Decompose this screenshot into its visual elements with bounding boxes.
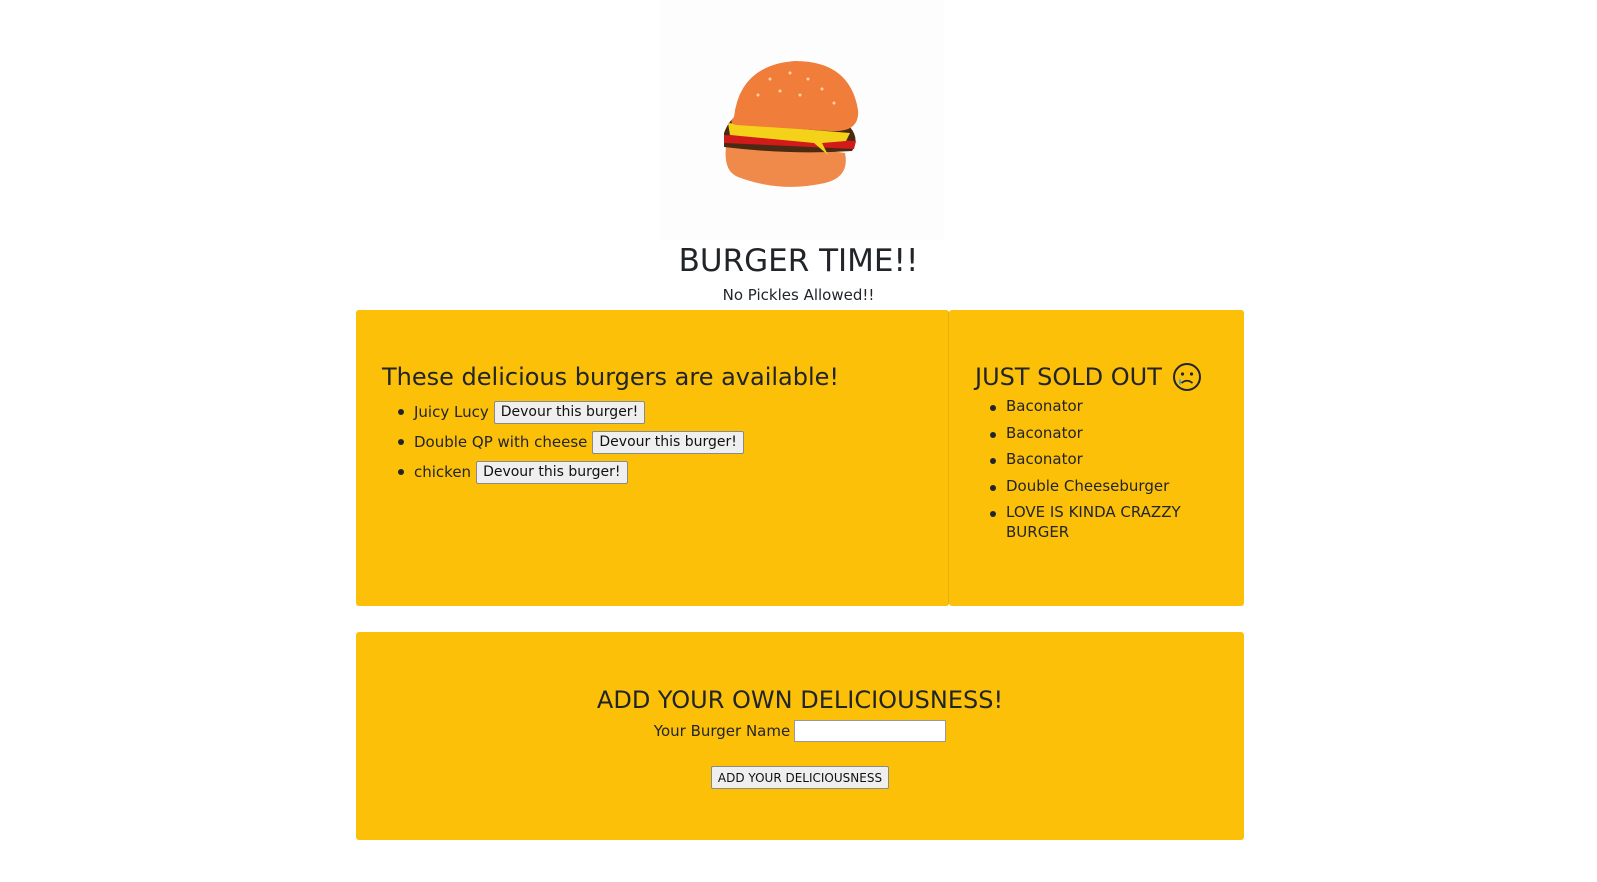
available-burger-name: Double QP with cheese [414,433,588,451]
available-burger-item: chicken Devour this burger! [398,457,744,487]
sold-out-burger-item: Baconator [990,449,1206,469]
add-burger-panel: ADD YOUR OWN DELICIOUSNESS! Your Burger … [356,632,1244,840]
add-heading: ADD YOUR OWN DELICIOUSNESS! [596,686,1004,714]
available-burgers-list: Juicy Lucy Devour this burger! Double QP w… [398,397,744,487]
available-burger-name: Juicy Lucy [414,403,489,421]
burger-name-label: Your Burger Name [653,722,791,740]
sad-tear-face-icon [1172,363,1201,391]
available-burger-item: Double QP with cheese Devour this burger! [398,427,744,457]
page-title: BURGER TIME!! [678,243,919,279]
devour-burger-button[interactable]: Devour this burger! [592,430,744,454]
sold-out-burger-item: Baconator [990,396,1206,416]
page-subtitle: No Pickles Allowed!! [722,286,875,304]
sold-out-panel: JUST SOLD OUT Baconator Baconator Baconato… [949,310,1244,606]
sold-out-heading: JUST SOLD OUT [975,361,1202,393]
burger-logo [660,0,944,240]
available-heading: These delicious burgers are available! [382,363,840,391]
sold-out-heading-text: JUST SOLD OUT [975,363,1162,391]
devour-burger-button[interactable]: Devour this burger! [493,400,646,424]
available-burger-item: Juicy Lucy Devour this burger! [398,397,744,427]
sold-out-burger-item: Baconator [990,423,1206,443]
available-burgers-panel: These delicious burgers are available! J… [356,310,949,606]
burger-illustration-icon [724,61,859,187]
burger-name-input[interactable] [794,720,947,742]
submit-row: ADD YOUR DELICIOUSNESS [356,766,1244,789]
add-burger-button[interactable]: ADD YOUR DELICIOUSNESS [710,766,890,789]
devour-burger-button[interactable]: Devour this burger! [476,460,628,484]
sold-out-list: Baconator Baconator Baconator Double Cheese… [990,396,1206,549]
burger-name-row: Your Burger Name [356,720,1244,742]
sold-out-burger-item: Double Cheeseburger [990,476,1206,496]
available-burger-name: chicken [414,463,472,481]
sold-out-burger-item: LOVE IS KINDA CRAZZY BURGER [990,502,1206,542]
